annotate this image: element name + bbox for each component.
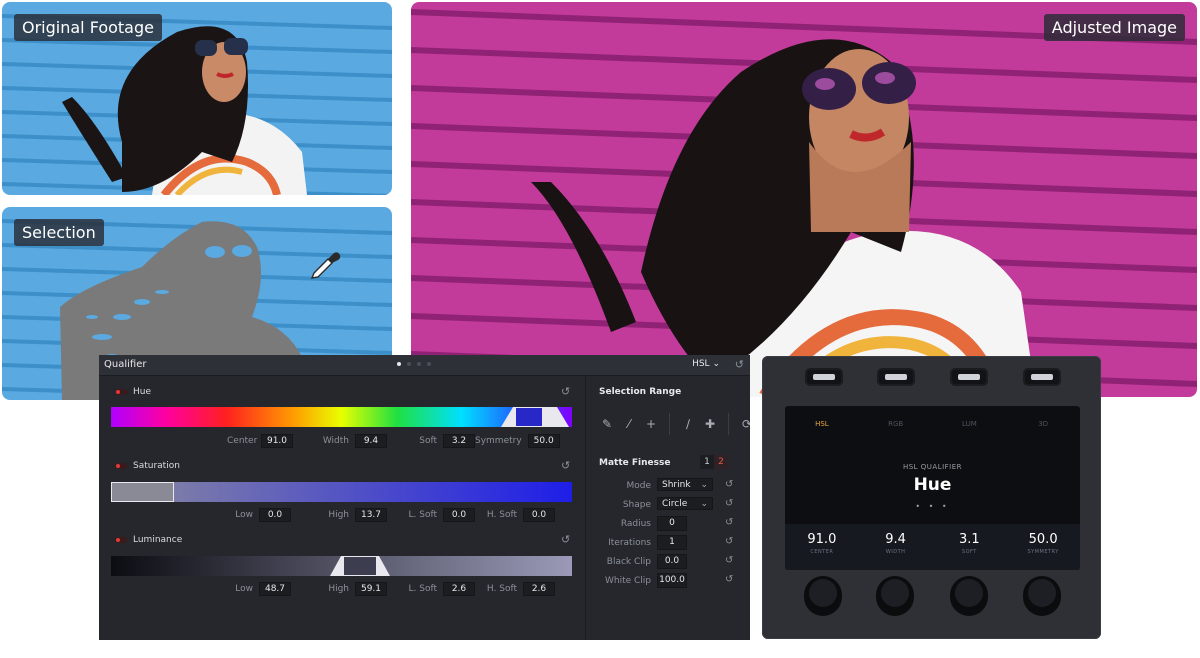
pen-icon[interactable]: ⁄ [621,416,637,432]
saturation-fields: Low 0.0 High 13.7 L. Soft 0.0 H. Soft 0.0 [227,508,555,522]
luminance-reset-icon[interactable]: ↺ [561,533,570,546]
hue-soft-field[interactable]: 3.2 [443,434,475,448]
black-clip-field[interactable]: 0.0 [657,554,687,569]
knob-3[interactable] [950,574,988,618]
selection-tools: ✎ ⁄ + ∕ ✚ ⟳ [599,413,750,435]
mode-reset-icon[interactable]: ↺ [725,479,733,490]
lum-low-field[interactable]: 48.7 [259,582,291,596]
hue-bar[interactable] [111,407,572,427]
knob-2[interactable] [876,574,914,618]
chevron-down-icon: ⌄ [712,359,720,369]
lum-lsoft-field[interactable]: 2.6 [443,582,475,596]
pen-add-icon[interactable]: + [643,416,659,432]
black-clip-reset-icon[interactable]: ↺ [725,555,733,566]
knob-4[interactable] [1023,574,1061,618]
hue-toggle[interactable] [115,389,127,395]
hue-section-label[interactable]: Hue [115,387,151,397]
tab-hsl[interactable]: HSL [785,420,859,428]
luminance-section-label[interactable]: Luminance [115,535,182,545]
screen-values: 91.0 CENTER 9.4 WIDTH 3.1 SOFT 50.0 SYMMETRY [785,524,1080,570]
luminance-fields: Low 48.7 High 59.1 L. Soft 2.6 H. Soft 2.6 [227,582,555,596]
radius-reset-icon[interactable]: ↺ [725,517,733,528]
lum-high-field[interactable]: 59.1 [355,582,387,596]
panel-divider [585,375,586,640]
screen-tabs: HSL RGB LUM 3D [785,420,1080,428]
invert-icon[interactable]: ⟳ [739,416,750,432]
mode-row: Mode Shrink ⌄ ↺ [626,478,734,491]
shape-select[interactable]: Circle ⌄ [657,497,713,510]
chevron-down-icon: ⌄ [700,499,708,509]
mode-dropdown[interactable]: HSL ⌄ [692,359,720,369]
hue-reset-icon[interactable]: ↺ [561,385,570,398]
screen-subtitle: HSL QUALIFIER [902,463,963,471]
soft-value: 3.1 [959,532,980,547]
hardware-control-panel: HSL RGB LUM 3D HSL QUALIFIER Hue • • • 9… [762,356,1101,639]
qualifier-header: Qualifier HSL ⌄ ↺ [99,355,750,376]
white-clip-field[interactable]: 100.0 [657,573,687,588]
eyedropper-icon[interactable]: ✎ [599,416,615,432]
hue-width-field[interactable]: 9.4 [355,434,387,448]
screen-main-title: Hue [913,475,952,495]
center-value: 91.0 [807,532,837,547]
eyedropper-icon [310,252,341,279]
saturation-toggle[interactable] [115,463,127,469]
selection-label: Selection [14,219,104,246]
white-clip-row: White Clip 100.0 ↺ [604,573,734,588]
matte-page-toggle[interactable]: 1 2 [700,455,728,469]
original-footage-image: Original Footage [2,2,392,195]
hue-center-field[interactable]: 91.0 [261,434,293,448]
adjusted-image-label: Adjusted Image [1043,14,1185,41]
saturation-section-label[interactable]: Saturation [115,461,180,471]
iterations-field[interactable]: 1 [657,535,687,550]
chevron-down-icon: ⌄ [700,480,708,490]
feather-icon[interactable]: ∕ [680,416,696,432]
qualifier-panel: Qualifier HSL ⌄ ↺ Hue ↺ Center 91.0 Widt… [99,355,750,640]
qualifier-title: Qualifier [104,359,147,370]
sat-low-field[interactable]: 0.0 [259,508,291,522]
shape-reset-icon[interactable]: ↺ [725,498,733,509]
mode-select[interactable]: Shrink ⌄ [657,478,713,491]
hue-symmetry-field[interactable]: 50.0 [527,434,560,448]
original-footage-label: Original Footage [14,14,162,41]
selection-range-title: Selection Range [599,387,682,397]
symmetry-value: 50.0 [1028,532,1058,547]
soft-button-4[interactable] [1025,370,1059,384]
soft-button-1[interactable] [807,370,841,384]
white-clip-reset-icon[interactable]: ↺ [725,574,733,585]
shape-row: Shape Circle ⌄ ↺ [622,497,734,510]
lcd-screen: HSL RGB LUM 3D HSL QUALIFIER Hue • • • 9… [785,406,1080,570]
sat-high-field[interactable]: 13.7 [355,508,387,522]
black-clip-row: Black Clip 0.0 ↺ [606,554,734,569]
tab-3d[interactable]: 3D [1006,420,1080,428]
soft-button-2[interactable] [879,370,913,384]
knob-1[interactable] [804,574,842,618]
hue-fields: Center 91.0 Width 9.4 Soft 3.2 Symmetry 50.0 [227,434,560,448]
saturation-bar[interactable] [111,482,572,502]
sat-hsoft-field[interactable]: 0.0 [523,508,555,522]
iterations-reset-icon[interactable]: ↺ [725,536,733,547]
luminance-bar[interactable] [111,556,572,576]
screen-page-dots: • • • [915,502,950,511]
radius-field[interactable]: 0 [657,516,687,531]
iterations-row: Iterations 1 ↺ [608,535,734,550]
reset-icon[interactable]: ↺ [735,358,744,371]
matte-finesse-title: Matte Finesse [599,458,671,468]
soft-button-3[interactable] [952,370,986,384]
luminance-toggle[interactable] [115,537,127,543]
page-dots[interactable] [397,362,431,366]
feather-add-icon[interactable]: ✚ [702,416,718,432]
tab-lum[interactable]: LUM [933,420,1007,428]
saturation-reset-icon[interactable]: ↺ [561,459,570,472]
tab-rgb[interactable]: RGB [859,420,933,428]
radius-row: Radius 0 ↺ [620,516,734,531]
lum-hsoft-field[interactable]: 2.6 [523,582,555,596]
sat-lsoft-field[interactable]: 0.0 [443,508,475,522]
adjusted-image: Adjusted Image [411,2,1197,397]
width-value: 9.4 [885,532,906,547]
